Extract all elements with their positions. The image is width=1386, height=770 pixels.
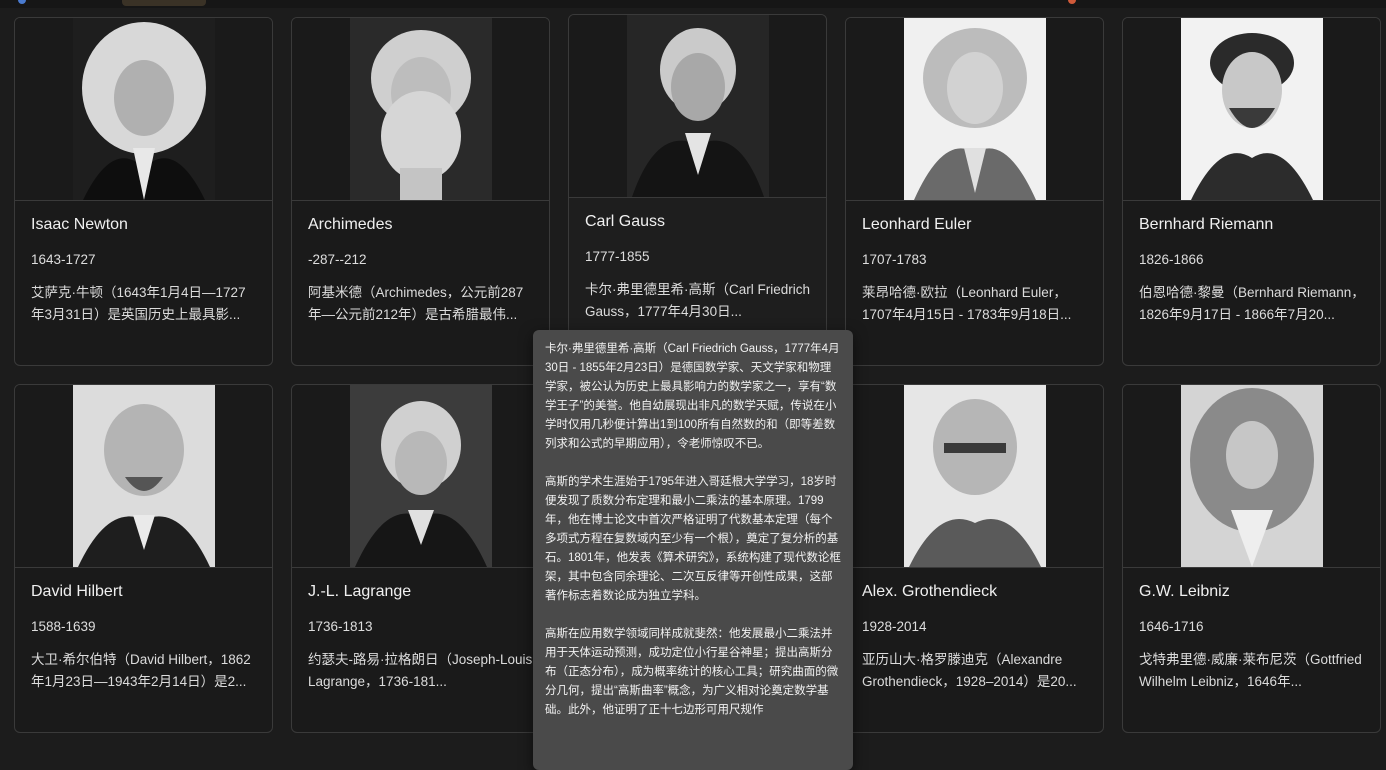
card-bio: 艾萨克·牛顿（1643年1月4日—1727年3月31日）是英国历史上最具影... [31,285,246,322]
portrait-image [1181,18,1323,200]
card-isaac-newton[interactable]: Isaac Newton 1643-1727 艾萨克·牛顿（1643年1月4日—… [14,17,273,366]
card-leonhard-euler[interactable]: Leonhard Euler 1707-1783 莱昂哈德·欧拉（Leonhar… [845,17,1104,366]
tooltip-paragraph: 高斯的学术生涯始于1795年进入哥廷根大学学习，18岁时便发现了质数分布定理和最… [545,476,841,602]
card-years: 1646-1716 [1139,619,1204,634]
portrait-image [350,385,492,567]
profile-icon[interactable] [18,0,26,4]
card-bio: 亚历山大·格罗滕迪克（Alexandre Grothendieck，1928–2… [862,652,1077,689]
portrait-image [1181,385,1323,567]
card-bio: 伯恩哈德·黎曼（Bernhard Riemann，1826年9月17日 - 18… [1139,285,1365,322]
portrait-area [1123,18,1380,201]
card-name: Carl Gauss [585,213,666,230]
card-david-hilbert[interactable]: David Hilbert 1588-1639 大卫·希尔伯特（David Hi… [14,384,273,733]
card-bio: 阿基米德（Archimedes，公元前287年—公元前212年）是古希腊最伟..… [308,285,524,322]
card-years: 1826-1866 [1139,252,1204,267]
card-years: 1928-2014 [862,619,927,634]
portrait-area [569,15,826,198]
tooltip-paragraph: 高斯在应用数学领域同样成就斐然：他发展最小二乘法并用于天体运动预测，成功定位小行… [545,628,839,716]
card-name: G.W. Leibniz [1139,583,1230,600]
card-years: 1736-1813 [308,619,373,634]
card-lagrange[interactable]: J.-L. Lagrange 1736-1813 约瑟夫-路易·拉格朗日（Jos… [291,384,550,733]
card-years: 1588-1639 [31,619,96,634]
portrait-image [904,385,1046,567]
card-name: Leonhard Euler [862,216,972,233]
browser-top-strip [0,0,1386,8]
portrait-image [73,18,215,200]
card-leibniz[interactable]: G.W. Leibniz 1646-1716 戈特弗里德·威廉·莱布尼茨（Got… [1122,384,1381,733]
card-name: Isaac Newton [31,216,128,233]
card-years: 1707-1783 [862,252,927,267]
card-bernhard-riemann[interactable]: Bernhard Riemann 1826-1866 伯恩哈德·黎曼（Bernh… [1122,17,1381,366]
bio-tooltip: 卡尔·弗里德里希·高斯（Carl Friedrich Gauss，1777年4月… [533,330,853,770]
card-name: J.-L. Lagrange [308,583,412,600]
portrait-area [292,18,549,201]
card-name: Archimedes [308,216,393,233]
extension-icon[interactable] [1068,0,1076,4]
portrait-area [846,385,1103,568]
card-bio: 卡尔·弗里德里希·高斯（Carl Friedrich Gauss，1777年4月… [585,282,811,319]
card-name: David Hilbert [31,583,123,600]
tooltip-paragraph: 卡尔·弗里德里希·高斯（Carl Friedrich Gauss，1777年4月… [545,343,840,450]
portrait-image [73,385,215,567]
portrait-area [15,385,272,568]
card-years: -287--212 [308,252,367,267]
card-bio: 莱昂哈德·欧拉（Leonhard Euler，1707年4月15日 - 1783… [862,285,1072,322]
card-grothendieck[interactable]: Alex. Grothendieck 1928-2014 亚历山大·格罗滕迪克（… [845,384,1104,733]
portrait-area [292,385,549,568]
card-name: Alex. Grothendieck [862,583,998,600]
toolbar-tab[interactable] [122,0,206,6]
card-years: 1777-1855 [585,249,650,264]
card-archimedes[interactable]: Archimedes -287--212 阿基米德（Archimedes，公元前… [291,17,550,366]
card-bio: 戈特弗里德·威廉·莱布尼茨（Gottfried Wilhelm Leibniz，… [1139,652,1362,689]
portrait-area [1123,385,1380,568]
portrait-image [904,18,1046,200]
portrait-area [15,18,272,201]
card-bio: 大卫·希尔伯特（David Hilbert，1862年1月23日—1943年2月… [31,652,251,689]
portrait-area [846,18,1103,201]
portrait-image [350,18,492,200]
card-years: 1643-1727 [31,252,96,267]
card-name: Bernhard Riemann [1139,216,1274,233]
card-carl-gauss[interactable]: Carl Gauss 1777-1855 卡尔·弗里德里希·高斯（Carl Fr… [568,14,827,363]
card-bio: 约瑟夫-路易·拉格朗日（Joseph-Louis Lagrange，1736-1… [308,652,533,689]
portrait-image [627,15,769,197]
